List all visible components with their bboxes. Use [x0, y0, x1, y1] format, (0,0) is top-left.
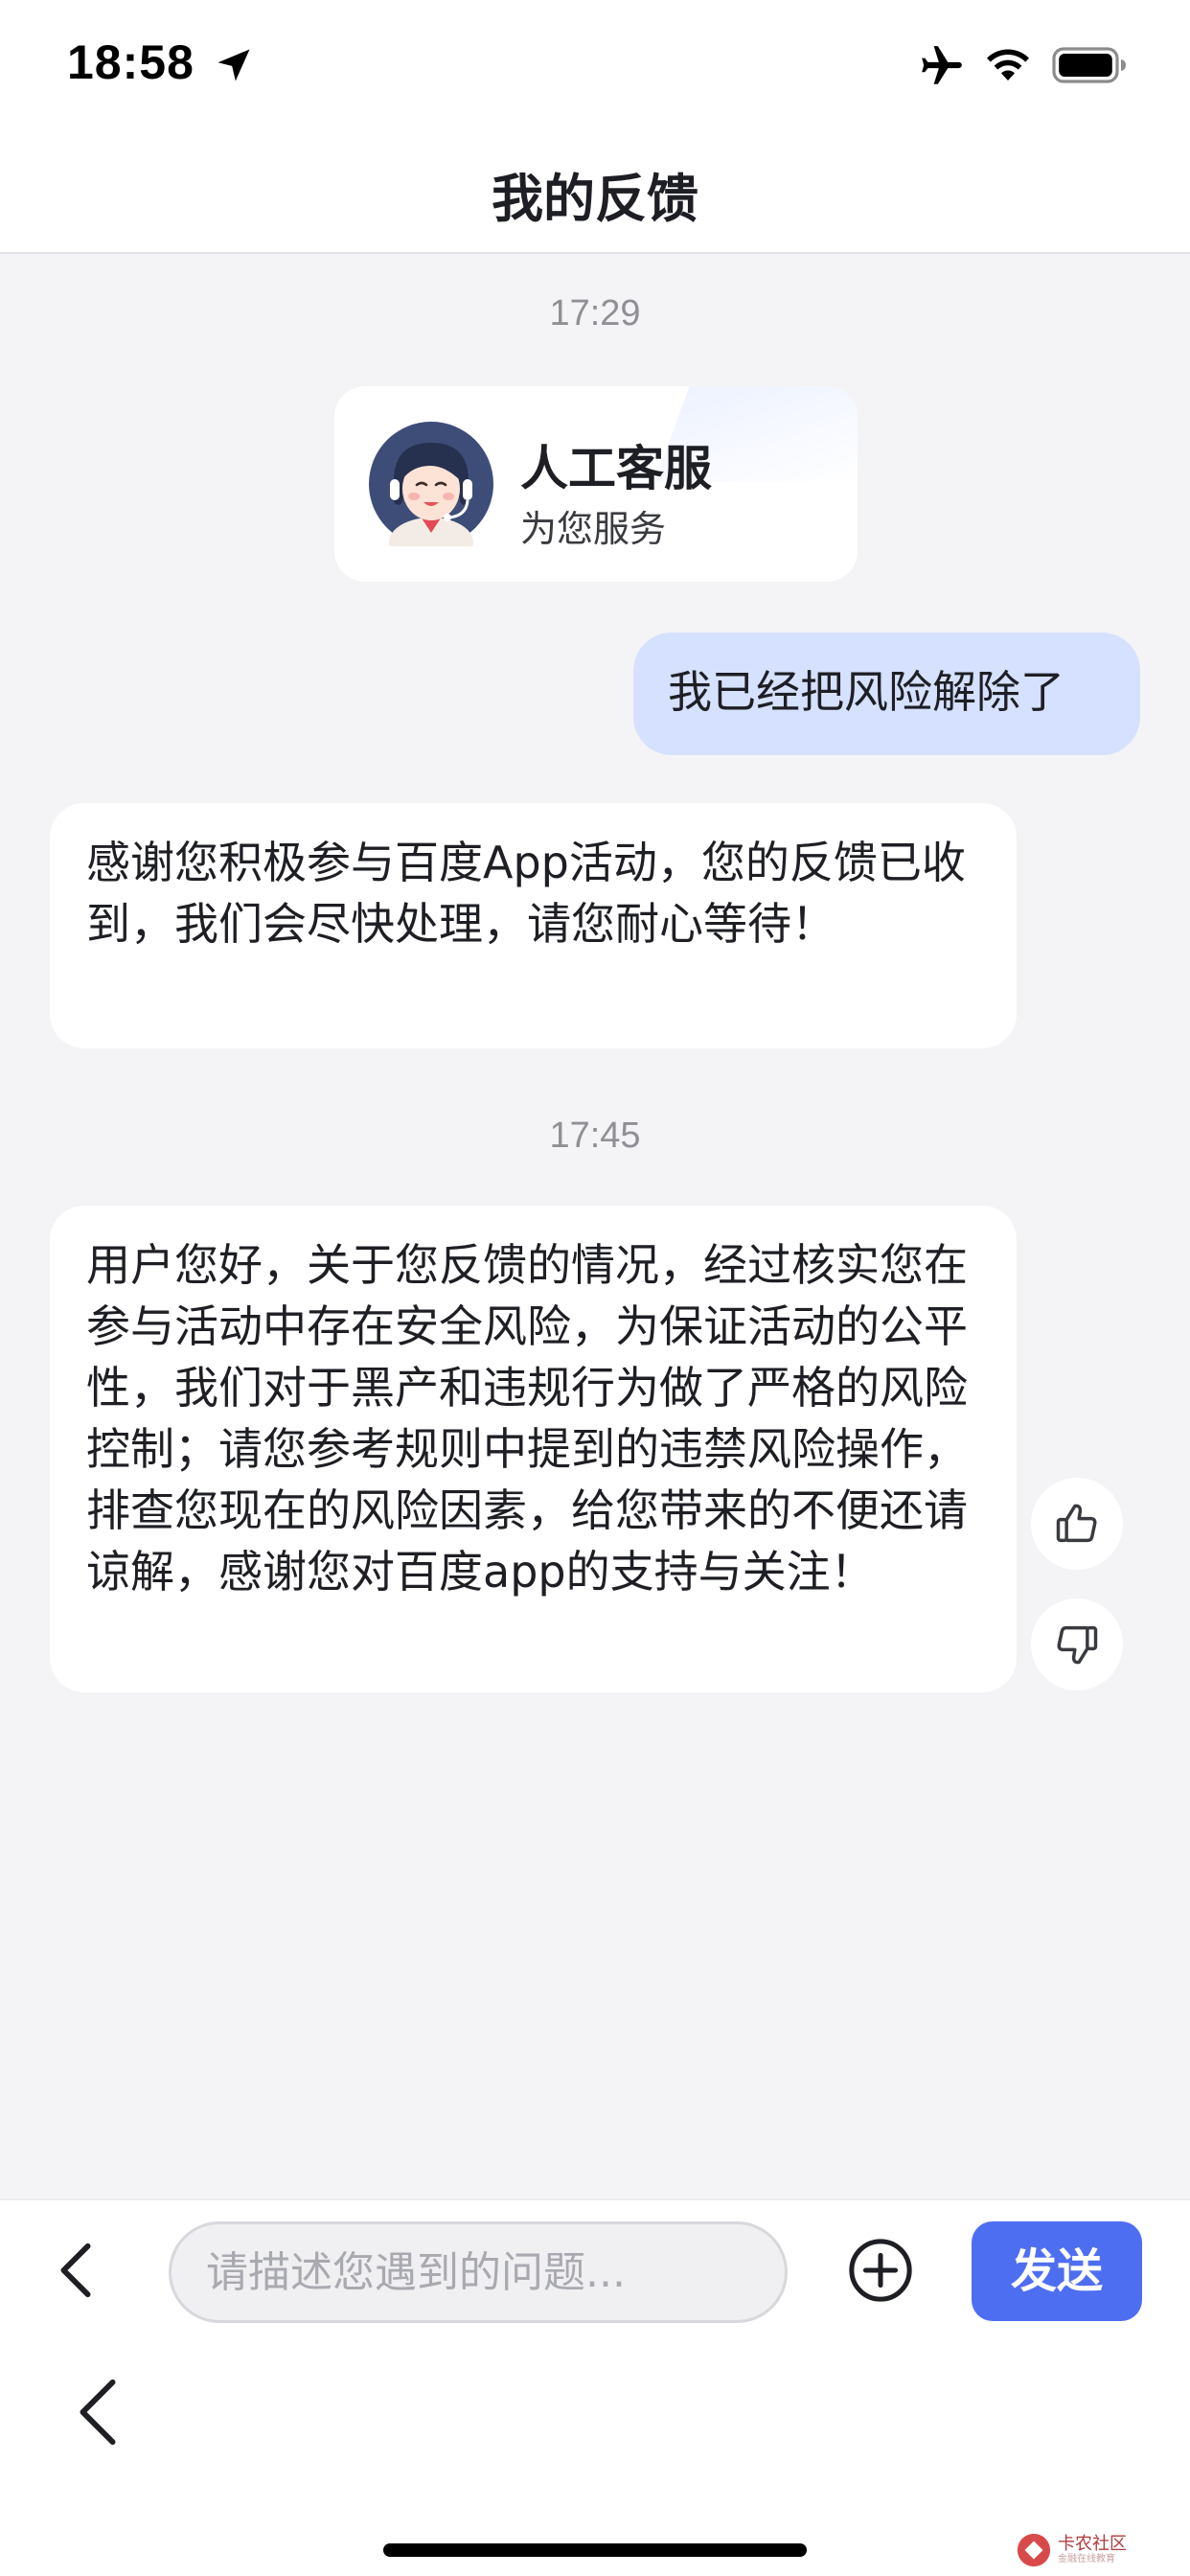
watermark-text: 卡农社区 金融在线教育 — [1058, 2534, 1127, 2565]
timestamp: 17:29 — [549, 293, 641, 334]
thumbs-up-icon — [1056, 1504, 1097, 1543]
airplane-icon — [922, 46, 962, 84]
agent-avatar — [369, 422, 493, 546]
agent-card[interactable]: 人工客服 为您服务 — [334, 386, 858, 582]
home-indicator[interactable] — [383, 2543, 807, 2557]
timestamp: 17:45 — [549, 1116, 641, 1156]
status-time: 18:58 — [67, 35, 195, 89]
user-message-bubble[interactable]: 我已经把风险解除了 — [633, 632, 1140, 755]
nav-header: 我的反馈 — [0, 129, 1190, 254]
input-bar: 发送 — [0, 2198, 1190, 2338]
wifi-icon — [987, 49, 1029, 80]
location-arrow-icon — [217, 49, 250, 81]
watermark: 卡农社区 金融在线教育 — [1016, 2526, 1127, 2574]
watermark-subtext: 金融在线教育 — [1058, 2554, 1115, 2564]
battery-icon — [1052, 47, 1126, 83]
agent-message-bubble[interactable]: 感谢您积极参与百度App活动，您的反馈已收到，我们会尽快处理，请您耐心等待！ — [50, 803, 1017, 1048]
browser-bottom-bar: 卡农社区 金融在线教育 — [0, 2338, 1190, 2576]
browser-back-icon[interactable] — [71, 2377, 125, 2448]
watermark-logo-icon — [1017, 2533, 1051, 2567]
status-bar: 18:58 — [0, 0, 1190, 129]
like-button[interactable] — [1031, 1478, 1123, 1570]
back-arrow-icon[interactable] — [50, 2241, 103, 2300]
thumbs-down-icon — [1057, 1625, 1098, 1665]
agent-name: 人工客服 — [520, 441, 712, 496]
dislike-button[interactable] — [1031, 1598, 1123, 1690]
agent-subtitle: 为您服务 — [520, 508, 667, 550]
message-input[interactable] — [169, 2221, 788, 2323]
plus-circle-icon[interactable] — [847, 2237, 914, 2304]
agent-message-bubble[interactable]: 用户您好，关于您反馈的情况，经过核实您在参与活动中存在安全风险，为保证活动的公平… — [50, 1206, 1017, 1692]
send-button[interactable]: 发送 — [972, 2221, 1142, 2321]
page-title: 我的反馈 — [492, 169, 698, 229]
